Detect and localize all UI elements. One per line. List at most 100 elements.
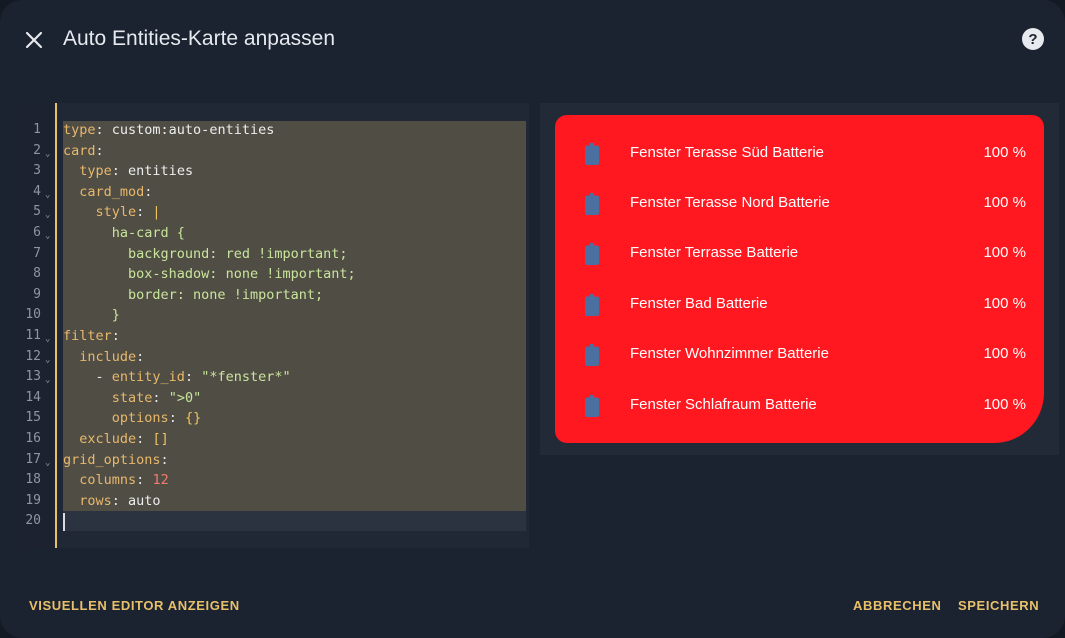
entity-name: Fenster Bad Batterie	[630, 295, 768, 312]
code-token: 12	[152, 472, 169, 489]
code-token: custom:auto-entities	[111, 122, 275, 138]
code-text: background: red !important;	[63, 244, 347, 265]
line-number: 18	[25, 472, 41, 488]
yaml-code-editor[interactable]: 1 type: custom:auto-entities 2 ⌄ card: 3 type…	[19, 103, 529, 548]
cancel-button[interactable]: ABBRECHEN	[853, 598, 941, 613]
line-number: 1	[33, 122, 41, 137]
code-line[interactable]: 6 ⌄ ha-card {	[19, 223, 529, 244]
entity-state: 100 %	[983, 144, 1026, 161]
code-token: entities	[128, 163, 194, 180]
code-token: :	[144, 183, 153, 200]
code-text: include:	[63, 347, 144, 368]
code-token: :	[136, 204, 153, 221]
entity-row[interactable]: Fenster Terasse Nord Batterie 100 %	[555, 183, 1044, 223]
code-line[interactable]: 9 border: none !important;	[19, 285, 529, 306]
battery-icon	[585, 193, 599, 215]
line-number: 16	[25, 431, 41, 446]
entity-row[interactable]: Fenster Terrasse Batterie 100 %	[555, 233, 1044, 273]
line-number: 9	[33, 286, 41, 302]
code-line[interactable]: 8 box-shadow: none !important;	[19, 264, 529, 285]
code-token: []	[152, 431, 169, 447]
edit-card-dialog: Auto Entities-Karte anpassen ? 1 type: cu…	[0, 0, 1065, 638]
line-number: 14	[25, 389, 41, 405]
save-button[interactable]: SPEICHERN	[958, 598, 1039, 613]
code-line[interactable]: 12 ⌄ include:	[19, 347, 529, 368]
entity-state: 100 %	[983, 396, 1026, 413]
code-text: state: ">0"	[63, 388, 201, 409]
code-token: background: red !important;	[128, 245, 348, 262]
code-token: }	[111, 307, 120, 324]
entity-row[interactable]: Fenster Terasse Süd Batterie 100 %	[555, 133, 1044, 173]
code-text: }	[63, 305, 120, 326]
show-visual-editor-button[interactable]: VISUELLEN EDITOR ANZEIGEN	[29, 598, 240, 613]
code-token: {}	[184, 410, 202, 427]
auto-entities-card: Fenster Terasse Süd Batterie 100 % Fenster…	[555, 115, 1044, 443]
code-line[interactable]: 13 ⌄ - entity_id: "*fenster*"	[19, 367, 529, 388]
battery-icon	[585, 243, 599, 265]
code-token: -	[63, 369, 112, 386]
line-number: 12	[25, 348, 41, 364]
code-line[interactable]: 1 type: custom:auto-entities	[19, 120, 529, 141]
code-token: :	[95, 142, 104, 159]
code-token: ">0"	[168, 389, 202, 406]
close-button[interactable]	[18, 24, 50, 56]
code-line[interactable]: 7 background: red !important;	[19, 244, 529, 265]
dialog-header: Auto Entities-Karte anpassen ?	[0, 0, 1065, 80]
entity-state: 100 %	[983, 345, 1026, 362]
code-token: type	[63, 122, 96, 138]
code-token: options	[111, 410, 169, 427]
entity-row[interactable]: Fenster Schlafraum Batterie 100 %	[555, 385, 1044, 425]
code-line[interactable]: 2 ⌄ card:	[19, 141, 529, 162]
line-number: 4	[33, 183, 41, 199]
entity-state: 100 %	[983, 244, 1026, 261]
code-text: card_mod:	[63, 182, 152, 203]
code-text: type: entities	[63, 161, 193, 182]
code-token: card_mod	[79, 183, 145, 200]
dialog-title: Auto Entities-Karte anpassen	[63, 27, 335, 50]
line-number: 19	[25, 492, 41, 508]
code-token: :	[168, 410, 185, 427]
code-text: rows: auto	[63, 491, 161, 512]
code-token: auto	[128, 492, 161, 509]
entity-name: Fenster Schlafraum Batterie	[630, 396, 817, 413]
code-token: border: none !important;	[128, 286, 324, 303]
code-line[interactable]: 11 ⌄ filter:	[19, 326, 529, 347]
entity-name: Fenster Wohnzimmer Batterie	[630, 345, 829, 362]
code-line[interactable]: 16 exclude: []	[19, 429, 529, 450]
code-line[interactable]: 5 ⌄ style: |	[19, 202, 529, 223]
code-token: :	[136, 348, 145, 365]
svg-text:?: ?	[1028, 31, 1037, 48]
code-line[interactable]: 4 ⌄ card_mod:	[19, 182, 529, 203]
code-line[interactable]: 15 options: {}	[19, 408, 529, 429]
code-token: entity_id	[111, 369, 185, 386]
code-token: include	[79, 348, 137, 365]
code-token: :	[160, 451, 169, 468]
code-line[interactable]: 17 ⌄ grid_options:	[19, 450, 529, 471]
help-circle-icon: ?	[1022, 28, 1044, 50]
code-line[interactable]: 20	[19, 511, 529, 532]
entity-state: 100 %	[983, 295, 1026, 312]
code-token: :	[111, 328, 120, 344]
code-token: filter	[63, 328, 112, 344]
battery-icon	[585, 143, 599, 165]
help-button[interactable]: ?	[1020, 26, 1046, 52]
entity-row[interactable]: Fenster Bad Batterie 100 %	[555, 284, 1044, 324]
code-line[interactable]: 10 }	[19, 305, 529, 326]
line-number: 11	[25, 328, 41, 343]
code-line[interactable]: 18 columns: 12	[19, 470, 529, 491]
code-text: - entity_id: "*fenster*"	[63, 367, 291, 388]
code-token: grid_options	[63, 451, 161, 468]
code-line[interactable]: 3 type: entities	[19, 161, 529, 182]
code-line[interactable]: 19 rows: auto	[19, 491, 529, 512]
code-line[interactable]: 14 state: ">0"	[19, 388, 529, 409]
entity-row[interactable]: Fenster Wohnzimmer Batterie 100 %	[555, 334, 1044, 374]
